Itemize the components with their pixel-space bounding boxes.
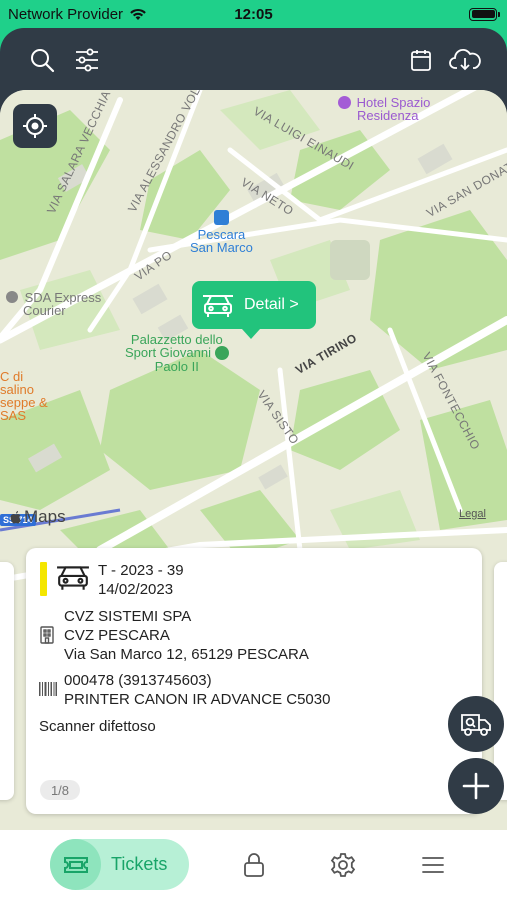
bus-icon [213,210,229,225]
asset-name: PRINTER CANON IR ADVANCE C5030 [64,691,331,708]
asset-code: 000478 (3913745603) [64,672,212,689]
tab-settings[interactable] [328,850,358,880]
ticket-description: Scanner difettoso [39,718,156,735]
car-icon [203,295,233,317]
ticket-icon [63,856,88,873]
poi-palazzetto[interactable]: Palazzetto dello Sport Giovanni Paolo II [125,333,229,373]
carrier-label: Network Provider [8,5,124,23]
legal-link[interactable]: Legal [459,508,486,520]
wifi-icon [130,8,146,20]
calendar-icon[interactable] [406,45,436,75]
hotel-icon [338,96,351,109]
add-ticket-button[interactable] [448,758,504,814]
site-name: CVZ PESCARA [64,627,170,644]
poi-left[interactable]: C di salino seppe & SAS [0,370,48,422]
sliders-icon[interactable] [72,45,102,75]
cloud-download-icon[interactable] [448,45,482,75]
lock-icon [244,853,264,877]
tab-tickets[interactable]: Tickets [50,839,189,890]
map-callout-detail[interactable]: Detail > [192,281,316,339]
shop-icon [6,291,18,303]
customer-name: CVZ SISTEMI SPA [64,608,192,625]
clock: 12:05 [234,5,273,23]
tab-lock[interactable] [239,850,269,880]
bottom-navigation: Tickets [0,830,507,900]
gear-icon [330,853,356,877]
previous-card[interactable] [0,562,14,800]
tab-menu[interactable] [418,850,448,880]
crosshair-icon [23,114,47,138]
next-card[interactable] [494,562,507,800]
building-icon [40,626,54,644]
truck-icon [461,714,491,736]
truck-location-button[interactable] [448,696,504,752]
ticket-date: 14/02/2023 [98,581,174,598]
ticket-card[interactable]: T - 2023 - 39 14/02/2023 CVZ SISTEMI SPA… [26,548,482,814]
priority-indicator [40,562,47,596]
tab-tickets-label: Tickets [111,854,168,874]
page-indicator: 1/8 [40,780,80,800]
plus-icon [462,772,490,800]
sport-icon [214,346,229,360]
hamburger-menu-icon [422,857,444,873]
apple-icon [10,511,21,524]
battery-icon [469,7,500,21]
search-icon[interactable] [27,45,57,75]
ticket-id: T - 2023 - 39 [98,562,184,579]
callout-label: Detail > [244,296,299,313]
barcode-icon [39,682,57,696]
poi-sda[interactable]: SDA Express Courier [6,291,101,317]
poi-hotel[interactable]: Hotel Spazio Residenza [338,96,430,122]
car-icon [57,566,89,590]
site-address: Via San Marco 12, 65129 PESCARA [64,646,309,663]
poi-bus-station[interactable]: Pescara San Marco [190,210,253,254]
status-bar: Network Provider 12:05 [0,0,507,28]
maps-attribution: Maps [10,507,66,527]
locate-button[interactable] [13,104,57,148]
